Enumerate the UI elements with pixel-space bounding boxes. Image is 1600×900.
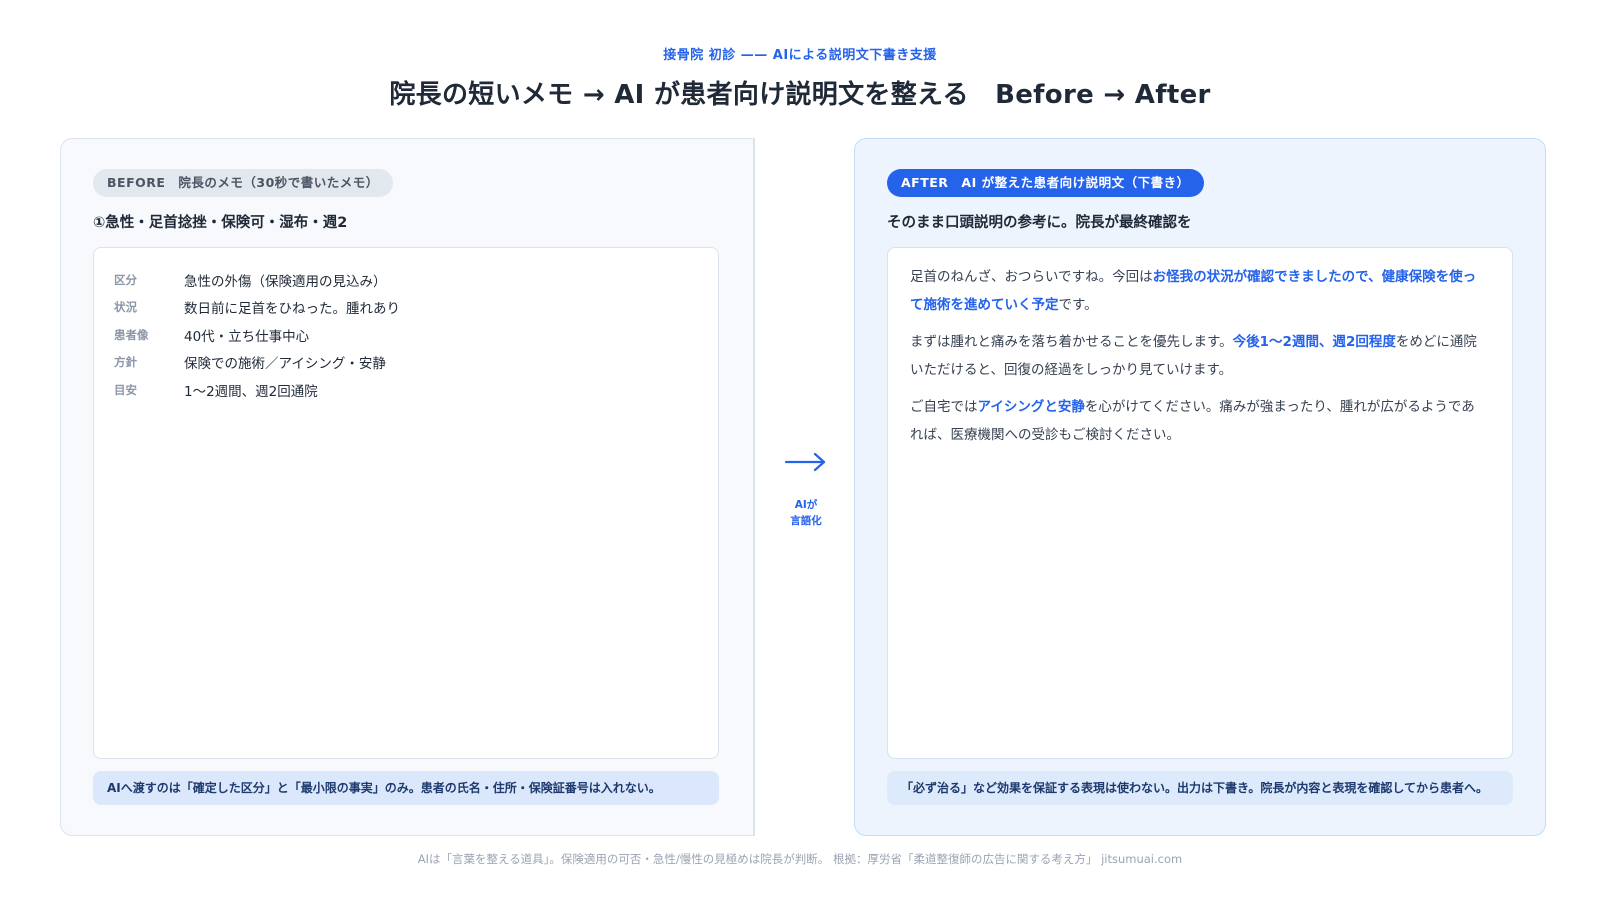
memo-key: 目安 [114, 382, 137, 397]
before-pill: BEFORE 院長のメモ（30秒で書いたメモ） [93, 169, 393, 197]
memo-value: 保険での施術／アイシング・安静 [184, 356, 386, 373]
page-title: 院長の短いメモ → AI が患者向け説明文を整える Before → After [389, 80, 1211, 110]
explanation-text: 足首のねんざ、おつらいですね。今回はお怪我の状況が確認できましたので、健康保険を… [910, 264, 1484, 459]
highlight-text: 今後1〜2週間、週2回程度 [1232, 334, 1396, 350]
memo-key: 区分 [114, 272, 137, 287]
eyebrow-label: 接骨院 初診 —— AIによる説明文下書き支援 [663, 48, 937, 63]
explanation-paragraph: まずは腫れと痛みを落ち着かせることを優先します。今後1〜2週間、週2回程度をめど… [910, 329, 1484, 384]
memo-list: 区分 急性の外傷（保険適用の見込み） 状況 数日前に足首をひねった。腫れあり 患… [114, 266, 400, 404]
memo-row: 目安 1〜2週間、週2回通院 [114, 376, 400, 404]
text-span: まずは腫れと痛みを落ち着かせることを優先します。 [910, 334, 1233, 350]
footer-note: AIは「言葉を整える道具」。保険適用の可否・急性/慢性の見極めは院長が判断。 根… [417, 852, 1183, 866]
memo-row: 患者像 40代・立ち仕事中心 [114, 321, 400, 349]
memo-key: 状況 [114, 300, 137, 315]
after-note: 「必ず治る」など効果を保証する表現は使わない。出力は下書き。院長が内容と表現を確… [887, 771, 1513, 805]
before-panel: BEFORE 院長のメモ（30秒で書いたメモ） ①急性・足首捻挫・保険可・湿布・… [60, 138, 754, 836]
text-span: 足首のねんざ、おつらいですね。今回は [910, 269, 1153, 285]
memo-value: 数日前に足首をひねった。腫れあり [184, 301, 400, 318]
memo-key: 患者像 [114, 327, 149, 342]
before-note: AIへ渡すのは「確定した区分」と「最小限の事実」のみ。患者の氏名・住所・保険証番… [93, 771, 719, 805]
arrow-caption-line2: 言語化 [790, 515, 822, 527]
after-subhead: そのまま口頭説明の参考に。院長が最終確認を [887, 215, 1192, 231]
memo-key: 方針 [114, 355, 137, 370]
memo-value: 1〜2週間、週2回通院 [184, 383, 318, 400]
arrow-caption-line1: AIが [794, 499, 818, 511]
right-arrow-icon [784, 452, 826, 472]
memo-card: 区分 急性の外傷（保険適用の見込み） 状況 数日前に足首をひねった。腫れあり 患… [93, 247, 719, 759]
memo-value: 急性の外傷（保険適用の見込み） [184, 273, 387, 290]
text-span: ご自宅では [910, 399, 978, 415]
before-subhead: ①急性・足首捻挫・保険可・湿布・週2 [93, 215, 348, 231]
memo-row: 方針 保険での施術／アイシング・安静 [114, 349, 400, 377]
panel-divider [753, 138, 755, 836]
arrow-caption: AIが 言語化 [766, 497, 846, 529]
memo-row: 区分 急性の外傷（保険適用の見込み） [114, 266, 400, 294]
memo-row: 状況 数日前に足首をひねった。腫れあり [114, 294, 400, 322]
text-span: です。 [1058, 296, 1098, 313]
explanation-paragraph: 足首のねんざ、おつらいですね。今回はお怪我の状況が確認できましたので、健康保険を… [910, 264, 1484, 319]
explanation-paragraph: ご自宅ではアイシングと安静を心がけてください。痛みが強まったり、腫れが広がるよう… [910, 394, 1484, 449]
after-panel: AFTER AI が整えた患者向け説明文（下書き） そのまま口頭説明の参考に。院… [854, 138, 1546, 836]
explanation-card: 足首のねんざ、おつらいですね。今回はお怪我の状況が確認できましたので、健康保険を… [887, 247, 1513, 759]
after-pill: AFTER AI が整えた患者向け説明文（下書き） [887, 169, 1204, 197]
memo-value: 40代・立ち仕事中心 [184, 328, 310, 345]
highlight-text: アイシングと安静 [977, 399, 1085, 415]
